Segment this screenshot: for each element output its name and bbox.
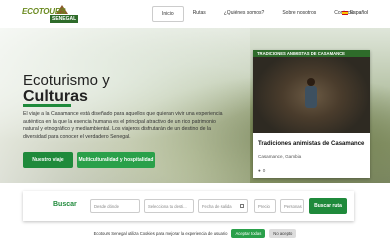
figure-body: [305, 86, 317, 108]
destination-select[interactable]: Selecciona tu desti...: [144, 199, 194, 213]
card-footer: ● 0: [258, 168, 265, 173]
site-header: ECOTOURS SENEGAL Inicio Rutas ¿Quiénes s…: [0, 0, 390, 28]
nav-item-quienes-somos[interactable]: ¿Quiénes somos?: [215, 6, 274, 22]
price-input[interactable]: Precio: [254, 199, 276, 213]
hero-underline: [23, 104, 71, 107]
nav-item-sobre-nosotros[interactable]: Sobre nosotros: [273, 6, 325, 22]
accept-cookies-button[interactable]: Aceptar todas: [231, 228, 266, 238]
hero-title-line1: Ecoturismo y: [23, 72, 110, 89]
featured-route-card[interactable]: TRADICIONES ANIMISTAS DE CASAMANCE Tradi…: [253, 50, 370, 178]
card-badge: TRADICIONES ANIMISTAS DE CASAMANCE: [253, 50, 370, 57]
calendar-icon: [240, 204, 244, 208]
people-input[interactable]: Personas: [280, 199, 304, 213]
nuestro-viaje-button[interactable]: Nuestro viaje: [23, 152, 73, 168]
reject-cookies-button[interactable]: No acepto: [269, 228, 297, 238]
cookie-text: Ecotours Senegal utiliza Cookies para me…: [93, 230, 228, 236]
multiculturalidad-button[interactable]: Multiculturalidad y hospitalidad: [77, 152, 155, 168]
card-count: 0: [262, 168, 266, 173]
spain-flag-icon: [342, 11, 348, 15]
search-title: Buscar: [53, 201, 77, 208]
date-placeholder: Fecha de salida: [202, 203, 232, 209]
logo-badge: SENEGAL: [50, 15, 79, 23]
nav-item-inicio[interactable]: Inicio: [152, 6, 184, 22]
search-panel: Buscar Desde dónde Selecciona tu desti..…: [23, 191, 354, 221]
language-selector[interactable]: Español: [342, 10, 368, 16]
main-nav: Inicio Rutas ¿Quiénes somos? Sobre nosot…: [152, 6, 363, 22]
search-button[interactable]: Buscar ruta: [309, 198, 347, 214]
child-figure: [303, 78, 319, 112]
card-location: Casamance, Gambia: [258, 154, 302, 159]
origin-input[interactable]: Desde dónde: [90, 199, 140, 213]
figure-head: [307, 78, 315, 86]
logo[interactable]: ECOTOURS SENEGAL: [22, 4, 82, 26]
language-label: Español: [350, 10, 369, 16]
card-title[interactable]: Tradiciones animistas de Casamance: [258, 141, 364, 147]
cookie-banner: Ecotours Senegal utiliza Cookies para me…: [0, 226, 390, 240]
hero-description: El viaje a la Casamance está diseñado pa…: [23, 111, 223, 140]
people-icon: ●: [258, 168, 261, 173]
card-image: [253, 50, 370, 133]
date-input[interactable]: Fecha de salida: [198, 199, 248, 213]
nav-item-rutas[interactable]: Rutas: [184, 6, 215, 22]
